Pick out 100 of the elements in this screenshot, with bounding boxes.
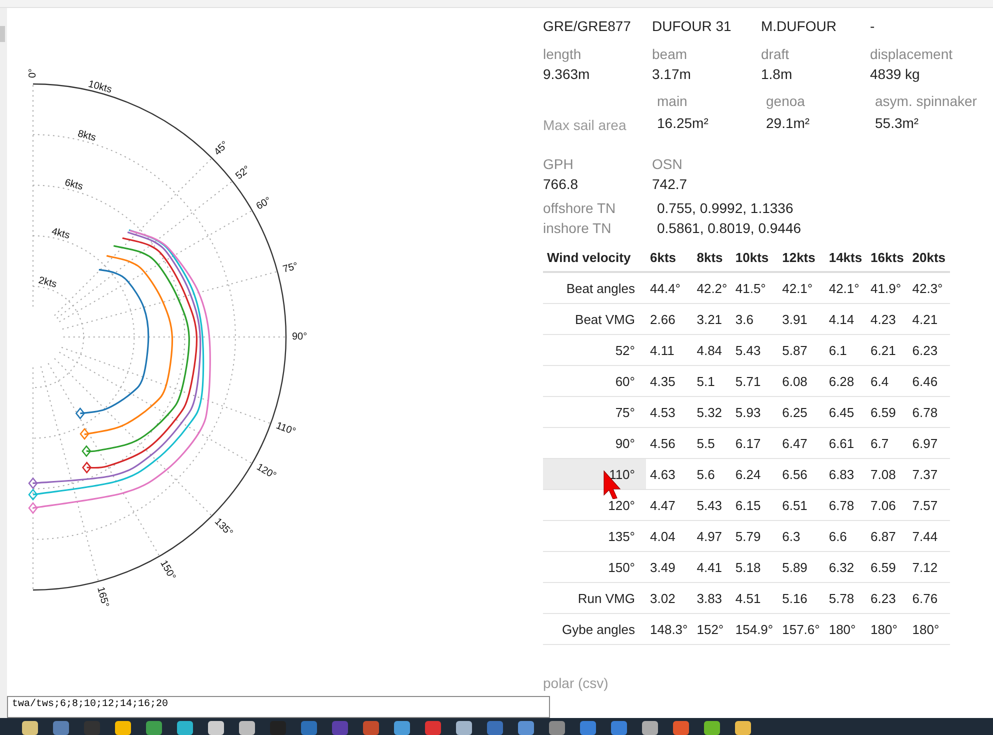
row-label: 135° bbox=[543, 520, 646, 552]
table-cell: 6.47 bbox=[778, 428, 825, 458]
table-cell: 6.17 bbox=[731, 428, 778, 458]
sail-label: genoa bbox=[766, 92, 806, 111]
table-cell: 42.2° bbox=[692, 272, 732, 304]
table-cell: 4.63 bbox=[646, 458, 693, 490]
row-label: 60° bbox=[543, 366, 646, 396]
table-cell: 6.97 bbox=[908, 428, 950, 458]
angle-label: 90° bbox=[292, 332, 308, 343]
table-cell: 6.59 bbox=[866, 552, 908, 582]
app-icon[interactable] bbox=[177, 721, 193, 735]
table-cell: 5.18 bbox=[731, 552, 778, 582]
dimension-value: 4839 kg bbox=[870, 66, 921, 82]
sail-value: 55.3m² bbox=[875, 114, 920, 133]
table-cell: 6.76 bbox=[908, 582, 950, 614]
app-icon[interactable] bbox=[456, 721, 472, 735]
table-cell: 6.83 bbox=[824, 458, 867, 490]
app-icon[interactable] bbox=[518, 721, 534, 735]
column-header: 12kts bbox=[778, 244, 825, 272]
table-cell: 6.25 bbox=[778, 396, 825, 428]
table-cell: 4.51 bbox=[731, 582, 778, 614]
table-cell: 44.4° bbox=[646, 272, 693, 304]
tn-label: offshore TN bbox=[543, 200, 617, 216]
app-icon[interactable] bbox=[146, 721, 162, 735]
table-cell: 4.53 bbox=[646, 396, 693, 428]
scrollbar-thumb[interactable] bbox=[0, 26, 5, 42]
table-cell: 6.21 bbox=[866, 334, 908, 366]
table-cell: 5.1 bbox=[692, 366, 732, 396]
table-cell: 6.32 bbox=[824, 552, 867, 582]
angle-label: 52° bbox=[234, 164, 252, 182]
table-cell: 5.5 bbox=[692, 428, 732, 458]
sail-label: asym. spinnaker bbox=[875, 92, 978, 111]
boat-info: M.DUFOUR bbox=[761, 18, 838, 36]
column-header: 6kts bbox=[646, 244, 693, 272]
angle-label: 75° bbox=[282, 260, 300, 276]
sail-area-label: Max sail area bbox=[543, 116, 628, 134]
table-cell: 6.23 bbox=[908, 334, 950, 366]
boat-info: GRE/GRE877 bbox=[543, 18, 632, 36]
table-cell: 42.1° bbox=[778, 272, 825, 304]
dimension-label: beam bbox=[652, 46, 688, 62]
app-icon[interactable] bbox=[642, 721, 658, 735]
table-cell: 6.7 bbox=[866, 428, 908, 458]
dimension-value: 1.8m bbox=[761, 66, 794, 82]
app-icon[interactable] bbox=[239, 721, 255, 735]
table-cell: 154.9° bbox=[731, 614, 778, 644]
sail-label: main bbox=[657, 92, 688, 111]
table-cell: 180° bbox=[866, 614, 908, 644]
table-cell: 42.3° bbox=[908, 272, 950, 304]
dimension-label: displacement bbox=[870, 46, 954, 62]
table-cell: 5.16 bbox=[778, 582, 825, 614]
table-cell: 6.51 bbox=[778, 490, 825, 520]
table-cell: 6.46 bbox=[908, 366, 950, 396]
angle-label: 150° bbox=[158, 558, 178, 582]
table-cell: 3.6 bbox=[731, 304, 778, 334]
table-cell: 4.97 bbox=[692, 520, 732, 552]
row-label: Run VMG bbox=[543, 582, 646, 614]
table-cell: 7.37 bbox=[908, 458, 950, 490]
table-cell: 7.06 bbox=[866, 490, 908, 520]
table-cell: 2.66 bbox=[646, 304, 693, 334]
ring-label: 6kts bbox=[63, 177, 84, 193]
app-icon[interactable] bbox=[735, 721, 751, 735]
app-icon[interactable] bbox=[549, 721, 565, 735]
app-icon[interactable] bbox=[208, 721, 224, 735]
table-cell: 4.23 bbox=[866, 304, 908, 334]
app-icon[interactable] bbox=[704, 721, 720, 735]
table-cell: 4.41 bbox=[692, 552, 732, 582]
table-cell: 6.15 bbox=[731, 490, 778, 520]
table-cell: 6.6 bbox=[824, 520, 867, 552]
app-icon[interactable] bbox=[673, 721, 689, 735]
ring-label: 10kts bbox=[86, 78, 113, 96]
table-cell: 6.4 bbox=[866, 366, 908, 396]
boat-info: - bbox=[870, 18, 876, 36]
angle-label: 135° bbox=[212, 516, 235, 539]
app-icon[interactable] bbox=[22, 721, 38, 735]
app-icon[interactable] bbox=[394, 721, 410, 735]
table-cell: 7.44 bbox=[908, 520, 950, 552]
table-cell: 6.24 bbox=[731, 458, 778, 490]
ring-label: 4kts bbox=[50, 226, 71, 242]
sail-value: 16.25m² bbox=[657, 114, 710, 133]
table-cell: 7.57 bbox=[908, 490, 950, 520]
table-cell: 41.9° bbox=[866, 272, 908, 304]
table-cell: 6.1 bbox=[824, 334, 867, 366]
table-cell: 6.87 bbox=[866, 520, 908, 552]
column-header: 20kts bbox=[908, 244, 950, 272]
table-cell: 4.14 bbox=[824, 304, 867, 334]
tn-value: 0.5861, 0.8019, 0.9446 bbox=[657, 220, 802, 236]
app-icon[interactable] bbox=[115, 721, 131, 735]
angle-label: 45° bbox=[212, 139, 231, 158]
dimension-value: 3.17m bbox=[652, 66, 692, 82]
table-cell: 5.71 bbox=[731, 366, 778, 396]
rating-label: GPH bbox=[543, 156, 574, 172]
table-cell: 3.49 bbox=[646, 552, 693, 582]
table-cell: 6.28 bbox=[824, 366, 867, 396]
table-cell: 6.56 bbox=[778, 458, 825, 490]
table-cell: 42.1° bbox=[824, 272, 867, 304]
column-header: Wind velocity bbox=[543, 244, 646, 272]
csv-text-field[interactable]: twa/tws;6;8;10;12;14;16;20 bbox=[7, 696, 550, 718]
table-cell: 4.47 bbox=[646, 490, 693, 520]
table-cell: 7.12 bbox=[908, 552, 950, 582]
table-cell: 5.43 bbox=[692, 490, 732, 520]
